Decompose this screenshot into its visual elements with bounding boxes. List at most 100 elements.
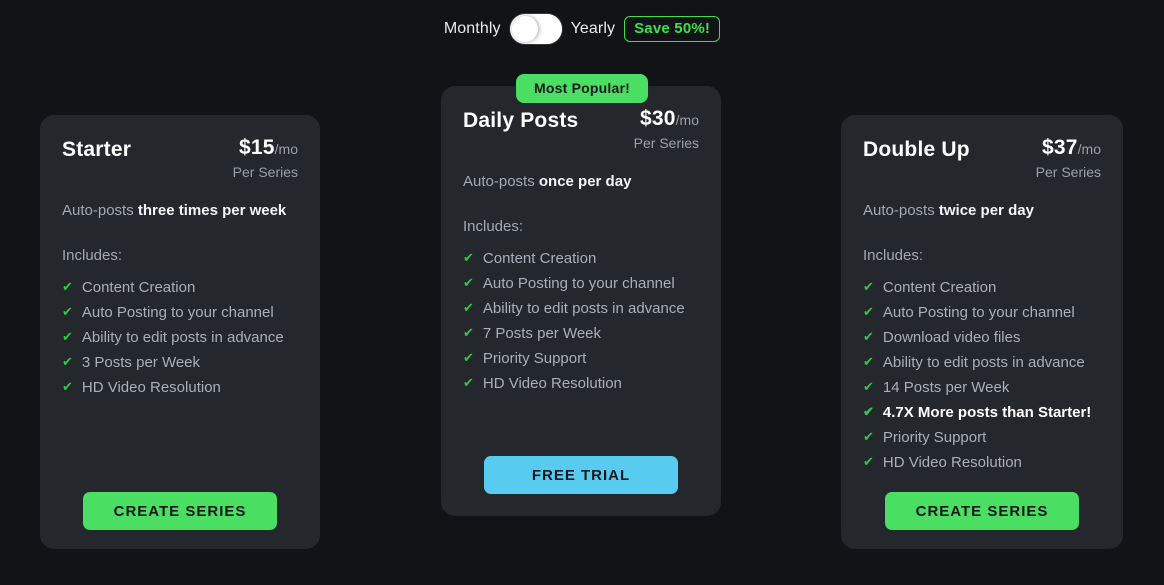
check-icon: ✔ <box>62 328 73 344</box>
list-item: ✔ 3 Posts per Week <box>62 350 298 375</box>
plan-price-period: /mo <box>675 112 699 128</box>
feature-label: Content Creation <box>81 278 196 296</box>
feature-label: Priority Support <box>882 428 987 446</box>
plan-price-block: $15/mo Per Series <box>233 137 298 179</box>
plan-tagline-strong: twice per day <box>938 202 1034 219</box>
free-trial-button[interactable]: FREE TRIAL <box>484 456 678 494</box>
plan-name: Daily Posts <box>463 109 579 132</box>
check-icon: ✔ <box>863 328 874 344</box>
check-icon: ✔ <box>863 303 874 319</box>
list-item: ✔ Auto Posting to your channel <box>863 300 1101 325</box>
plan-name: Double Up <box>863 138 970 161</box>
check-icon: ✔ <box>463 374 474 390</box>
list-item: ✔ Content Creation <box>62 275 298 300</box>
plan-price-period: /mo <box>274 141 298 157</box>
switch-knob[interactable] <box>511 16 538 42</box>
list-item: ✔ Content Creation <box>863 275 1101 300</box>
list-item: ✔ 4.7X More posts than Starter! <box>863 400 1101 425</box>
check-icon: ✔ <box>463 324 474 340</box>
check-icon: ✔ <box>863 403 874 419</box>
check-icon: ✔ <box>863 278 874 294</box>
card-header: Starter $15/mo Per Series <box>62 137 298 179</box>
plan-price-subtitle: Per Series <box>1035 164 1101 180</box>
check-icon: ✔ <box>62 353 73 369</box>
list-item: ✔ Priority Support <box>463 346 699 371</box>
list-item: ✔ Content Creation <box>463 246 699 271</box>
feature-label: Ability to edit posts in advance <box>882 353 1085 371</box>
plan-tagline-prefix: Auto-posts <box>463 173 539 190</box>
feature-label: HD Video Resolution <box>882 453 1022 471</box>
plan-tagline-prefix: Auto-posts <box>863 202 939 219</box>
check-icon: ✔ <box>62 303 73 319</box>
feature-label: Ability to edit posts in advance <box>482 299 685 317</box>
billing-period-toggle-row: Monthly Yearly Save 50%! <box>0 12 1164 46</box>
check-icon: ✔ <box>863 428 874 444</box>
list-item: ✔ Auto Posting to your channel <box>463 271 699 296</box>
feature-list: ✔ Content Creation ✔ Auto Posting to your … <box>463 246 699 396</box>
feature-label: 4.7X More posts than Starter! <box>882 403 1092 421</box>
feature-label: Content Creation <box>482 249 597 267</box>
feature-label: HD Video Resolution <box>81 378 221 396</box>
list-item: ✔ 7 Posts per Week <box>463 321 699 346</box>
plan-price-subtitle: Per Series <box>633 135 699 151</box>
check-icon: ✔ <box>463 274 474 290</box>
feature-label: Content Creation <box>882 278 997 296</box>
feature-label: 14 Posts per Week <box>882 378 1010 396</box>
plan-price-block: $30/mo Per Series <box>634 108 699 150</box>
plan-tagline-strong: once per day <box>538 173 632 190</box>
feature-label: Download video files <box>882 328 1021 346</box>
plan-price-subtitle: Per Series <box>232 164 298 180</box>
check-icon: ✔ <box>863 378 874 394</box>
feature-label: Priority Support <box>482 349 587 367</box>
billing-period-switch[interactable] <box>509 14 562 44</box>
feature-list: ✔ Content Creation ✔ Auto Posting to your … <box>62 275 298 400</box>
includes-label: Includes: <box>463 217 524 235</box>
billing-yearly-label: Yearly <box>570 20 616 37</box>
list-item: ✔ Download video files <box>863 325 1101 350</box>
create-series-button[interactable]: CREATE SERIES <box>885 492 1079 530</box>
plan-tagline: Auto-posts twice per day <box>863 201 1101 221</box>
save-discount-badge: Save 50%! <box>624 16 721 42</box>
list-item: ✔ 14 Posts per Week <box>863 375 1101 400</box>
list-item: ✔ Ability to edit posts in advance <box>62 325 298 350</box>
check-icon: ✔ <box>463 349 474 365</box>
feature-list: ✔ Content Creation ✔ Auto Posting to your … <box>863 275 1101 475</box>
billing-monthly-label: Monthly <box>443 20 501 37</box>
plan-tagline: Auto-posts three times per week <box>62 201 298 221</box>
plan-tagline-strong: three times per week <box>137 202 287 219</box>
plan-price-period: /mo <box>1077 141 1101 157</box>
plan-price-amount: $15 <box>239 136 275 159</box>
feature-label: 7 Posts per Week <box>482 324 602 342</box>
feature-label: 3 Posts per Week <box>81 353 201 371</box>
check-icon: ✔ <box>863 453 874 469</box>
pricing-card-double-up: Double Up $37/mo Per Series Auto-posts t… <box>841 115 1123 549</box>
list-item: ✔ Auto Posting to your channel <box>62 300 298 325</box>
plan-price-block: $37/mo Per Series <box>1036 137 1101 179</box>
plan-price-amount: $37 <box>1042 136 1078 159</box>
plan-price-amount: $30 <box>640 107 676 130</box>
check-icon: ✔ <box>463 249 474 265</box>
includes-label: Includes: <box>863 246 924 264</box>
list-item: ✔ HD Video Resolution <box>463 371 699 396</box>
list-item: ✔ HD Video Resolution <box>62 375 298 400</box>
most-popular-badge: Most Popular! <box>516 74 648 103</box>
list-item: ✔ Ability to edit posts in advance <box>863 350 1101 375</box>
switch-track-right <box>535 14 562 44</box>
card-header: Double Up $37/mo Per Series <box>863 137 1101 179</box>
create-series-button[interactable]: CREATE SERIES <box>83 492 277 530</box>
plan-tagline-prefix: Auto-posts <box>62 202 138 219</box>
check-icon: ✔ <box>863 353 874 369</box>
plan-name: Starter <box>62 138 132 161</box>
check-icon: ✔ <box>62 378 73 394</box>
feature-label: Ability to edit posts in advance <box>81 328 284 346</box>
list-item: ✔ Priority Support <box>863 425 1101 450</box>
plan-tagline: Auto-posts once per day <box>463 172 699 192</box>
check-icon: ✔ <box>62 278 73 294</box>
card-header: Daily Posts $30/mo Per Series <box>463 108 699 150</box>
pricing-card-starter: Starter $15/mo Per Series Auto-posts thr… <box>40 115 320 549</box>
feature-label: Auto Posting to your channel <box>882 303 1075 321</box>
includes-label: Includes: <box>62 246 123 264</box>
list-item: ✔ HD Video Resolution <box>863 450 1101 475</box>
list-item: ✔ Ability to edit posts in advance <box>463 296 699 321</box>
check-icon: ✔ <box>463 299 474 315</box>
